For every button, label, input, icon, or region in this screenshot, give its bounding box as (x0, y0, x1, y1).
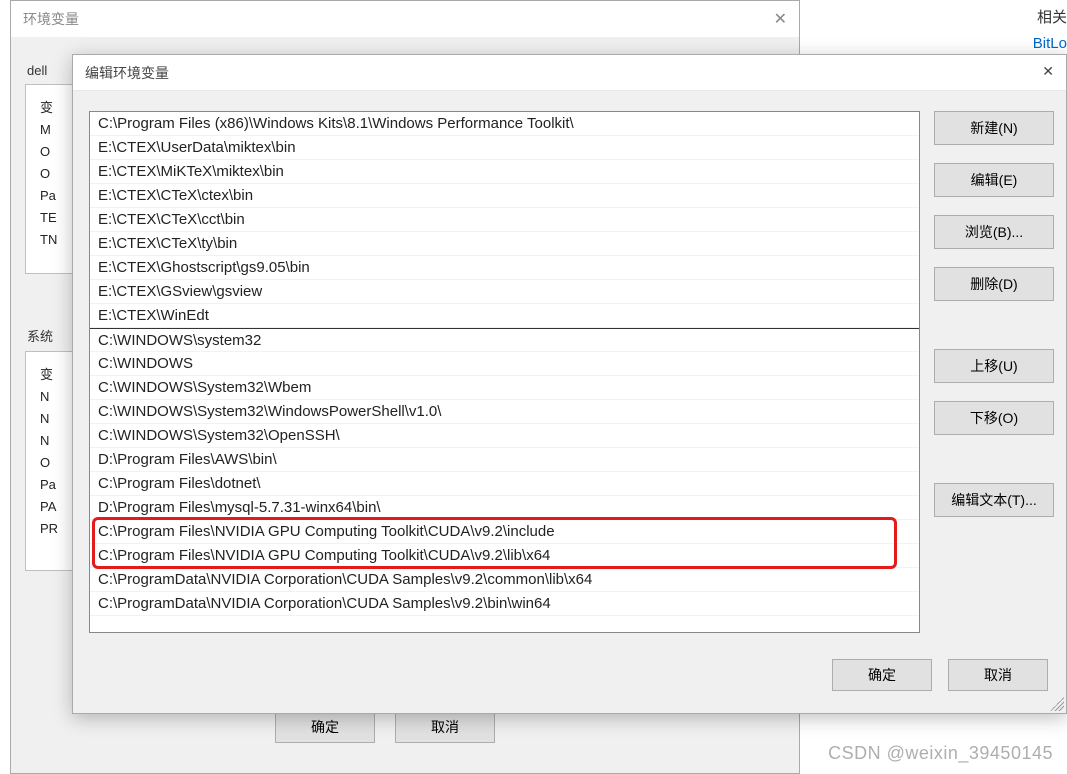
edit-titlebar: 编辑环境变量 ✕ (73, 55, 1066, 91)
list-item[interactable]: C:\WINDOWS (90, 352, 919, 376)
list-item[interactable]: D:\Program Files\AWS\bin\ (90, 448, 919, 472)
cancel-button[interactable]: 取消 (948, 659, 1048, 691)
edittext-button[interactable]: 编辑文本(T)... (934, 483, 1054, 517)
browse-button[interactable]: 浏览(B)... (934, 215, 1054, 249)
related-heading: 相关 (1007, 6, 1067, 27)
env-vars-titlebar: 环境变量 ✕ (11, 1, 799, 37)
list-item[interactable]: C:\ProgramData\NVIDIA Corporation\CUDA S… (90, 592, 919, 616)
list-item[interactable]: C:\WINDOWS\system32 (90, 328, 919, 352)
new-button[interactable]: 新建(N) (934, 111, 1054, 145)
list-item[interactable]: E:\CTEX\MiKTeX\miktex\bin (90, 160, 919, 184)
list-item[interactable]: C:\WINDOWS\System32\Wbem (90, 376, 919, 400)
ok-button[interactable]: 确定 (832, 659, 932, 691)
env-vars-title: 环境变量 (23, 9, 79, 29)
list-item[interactable]: C:\Program Files\NVIDIA GPU Computing To… (90, 544, 919, 568)
button-column: 新建(N) 编辑(E) 浏览(B)... 删除(D) 上移(U) 下移(O) 编… (934, 111, 1054, 633)
list-item[interactable]: E:\CTEX\WinEdt (90, 304, 919, 328)
edit-title: 编辑环境变量 (85, 63, 169, 82)
bitlocker-link[interactable]: BitLo (1007, 35, 1067, 52)
close-icon[interactable]: ✕ (774, 9, 787, 29)
watermark: CSDN @weixin_39450145 (828, 743, 1053, 764)
list-item[interactable]: D:\Program Files\mysql-5.7.31-winx64\bin… (90, 496, 919, 520)
list-item[interactable]: C:\WINDOWS\System32\OpenSSH\ (90, 424, 919, 448)
list-item[interactable]: E:\CTEX\CTeX\cct\bin (90, 208, 919, 232)
resize-grip-icon[interactable] (1050, 697, 1064, 711)
list-item[interactable]: C:\Program Files\NVIDIA GPU Computing To… (90, 520, 919, 544)
list-item[interactable]: E:\CTEX\CTeX\ctex\bin (90, 184, 919, 208)
list-item[interactable]: C:\ProgramData\NVIDIA Corporation\CUDA S… (90, 568, 919, 592)
list-item[interactable]: C:\Program Files (x86)\Windows Kits\8.1\… (90, 112, 919, 136)
env-cancel-button[interactable]: 取消 (395, 711, 495, 743)
edit-env-var-dialog: 编辑环境变量 ✕ C:\Program Files (x86)\Windows … (72, 54, 1067, 714)
list-item[interactable]: E:\CTEX\GSview\gsview (90, 280, 919, 304)
path-listbox[interactable]: C:\Program Files (x86)\Windows Kits\8.1\… (89, 111, 920, 633)
movedown-button[interactable]: 下移(O) (934, 401, 1054, 435)
list-item[interactable]: E:\CTEX\Ghostscript\gs9.05\bin (90, 256, 919, 280)
delete-button[interactable]: 删除(D) (934, 267, 1054, 301)
close-icon[interactable]: ✕ (1042, 63, 1054, 82)
moveup-button[interactable]: 上移(U) (934, 349, 1054, 383)
list-item[interactable]: C:\Program Files\dotnet\ (90, 472, 919, 496)
list-item[interactable]: C:\WINDOWS\System32\WindowsPowerShell\v1… (90, 400, 919, 424)
list-item[interactable]: E:\CTEX\UserData\miktex\bin (90, 136, 919, 160)
env-ok-button[interactable]: 确定 (275, 711, 375, 743)
list-item[interactable]: E:\CTEX\CTeX\ty\bin (90, 232, 919, 256)
edit-button[interactable]: 编辑(E) (934, 163, 1054, 197)
